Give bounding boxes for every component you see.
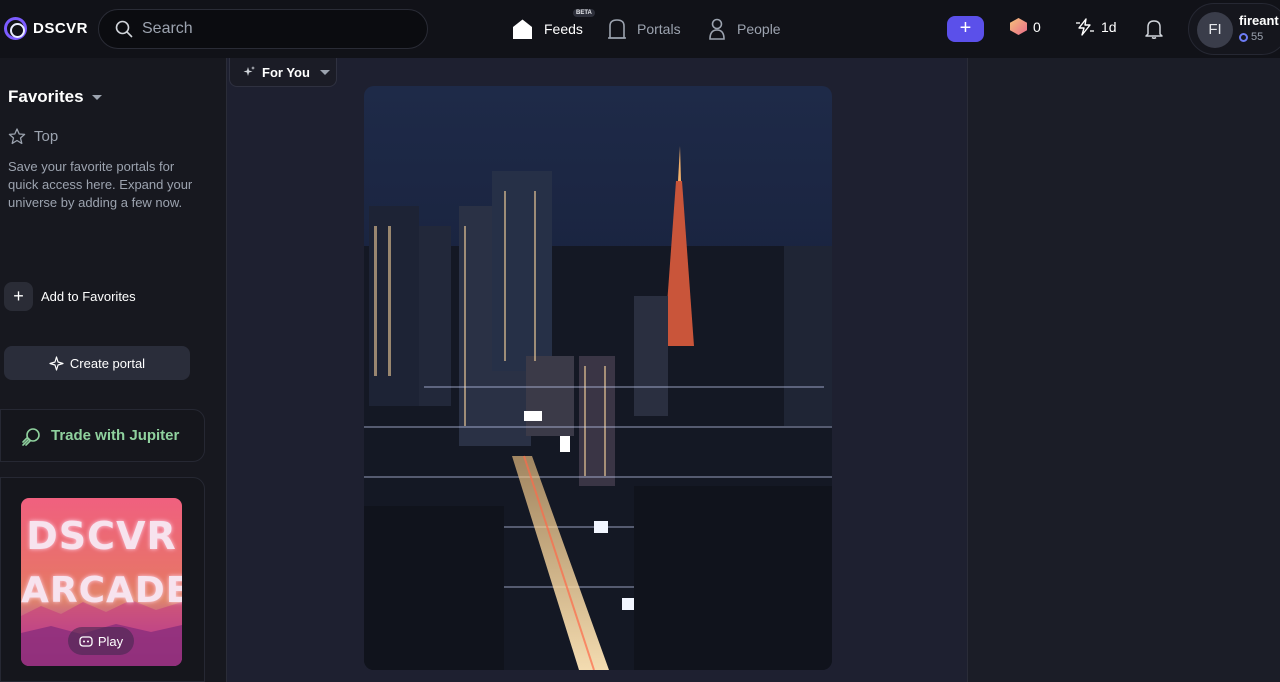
nav-portals[interactable]: Portals — [607, 0, 681, 58]
search-box[interactable] — [98, 9, 428, 49]
home-icon — [511, 18, 534, 40]
add-to-favorites-button[interactable]: + Add to Favorites — [4, 282, 136, 311]
caret-down-icon — [91, 94, 102, 100]
jupiter-icon — [21, 425, 43, 447]
feed-filter-dropdown[interactable]: For You — [229, 58, 337, 87]
arcade-play-button[interactable]: Play — [68, 627, 134, 655]
sidebar-item-top-label: Top — [34, 128, 59, 145]
city-night-photo — [364, 86, 832, 670]
portal-icon — [607, 18, 627, 40]
arcade-play-label: Play — [97, 633, 124, 649]
dscvr-logo[interactable]: DSCVR — [4, 17, 88, 40]
username: fireant — [1239, 13, 1279, 28]
chevron-down-icon — [319, 69, 330, 75]
favorites-title: Favorites — [8, 87, 84, 106]
plus-icon: + — [4, 282, 33, 311]
beta-badge: BETA — [573, 9, 595, 17]
user-points: 55 — [1239, 31, 1263, 43]
star-icon — [8, 128, 26, 145]
create-portal-button[interactable]: Create portal — [4, 346, 190, 380]
left-sidebar: Favorites Top Save your favorite portals… — [0, 58, 226, 682]
favorites-description: Save your favorite portals for quick acc… — [8, 159, 193, 210]
post-image[interactable] — [364, 86, 832, 670]
logo-mark-icon — [4, 17, 27, 40]
bell-icon[interactable] — [1145, 19, 1163, 39]
streak-counter[interactable]: 1d — [1075, 18, 1117, 36]
gems-counter[interactable]: 0 — [1010, 18, 1041, 35]
lightning-icon — [1075, 18, 1095, 36]
gem-icon — [1010, 18, 1027, 35]
sparkle-icon — [49, 355, 64, 371]
top-bar: DSCVR Feeds BETA Portals People + 0 — [0, 0, 1280, 58]
trade-with-jupiter-button[interactable]: Trade with Jupiter — [0, 409, 205, 462]
nav-portals-label: Portals — [637, 21, 681, 37]
user-profile-menu[interactable]: FI fireant 55 — [1188, 3, 1280, 55]
arcade-title-line1: DSCVR — [26, 514, 177, 558]
create-post-button[interactable]: + — [947, 16, 984, 42]
person-icon — [707, 18, 727, 40]
search-icon — [115, 20, 133, 38]
favorites-dropdown[interactable]: Favorites — [8, 87, 102, 107]
arcade-title-line2: ARCADE — [21, 570, 182, 611]
gamepad-icon — [79, 635, 93, 647]
sidebar-item-top[interactable]: Top — [8, 128, 58, 145]
points-icon — [1239, 32, 1248, 42]
search-input[interactable] — [142, 20, 412, 38]
right-panel — [968, 58, 1280, 682]
dscvr-arcade-banner[interactable]: DSCVR ARCADE Play — [21, 498, 182, 666]
nav-people[interactable]: People — [707, 0, 781, 58]
main-feed: For You — [226, 58, 968, 682]
feed-filter-label: For You — [262, 64, 310, 80]
add-to-favorites-label: Add to Favorites — [41, 289, 136, 304]
nav-feeds-label: Feeds — [544, 21, 583, 37]
avatar: FI — [1197, 12, 1233, 48]
streak-value: 1d — [1101, 19, 1117, 35]
nav-people-label: People — [737, 21, 781, 37]
gems-value: 0 — [1033, 18, 1041, 35]
sparkles-icon — [242, 65, 256, 79]
nav-feeds[interactable]: Feeds BETA — [511, 0, 595, 58]
create-portal-label: Create portal — [69, 355, 146, 371]
logo-text: DSCVR — [33, 20, 89, 37]
trade-with-jupiter-label: Trade with Jupiter — [51, 427, 180, 444]
arcade-card: DSCVR ARCADE Play — [0, 477, 205, 682]
user-points-value: 55 — [1251, 31, 1264, 43]
